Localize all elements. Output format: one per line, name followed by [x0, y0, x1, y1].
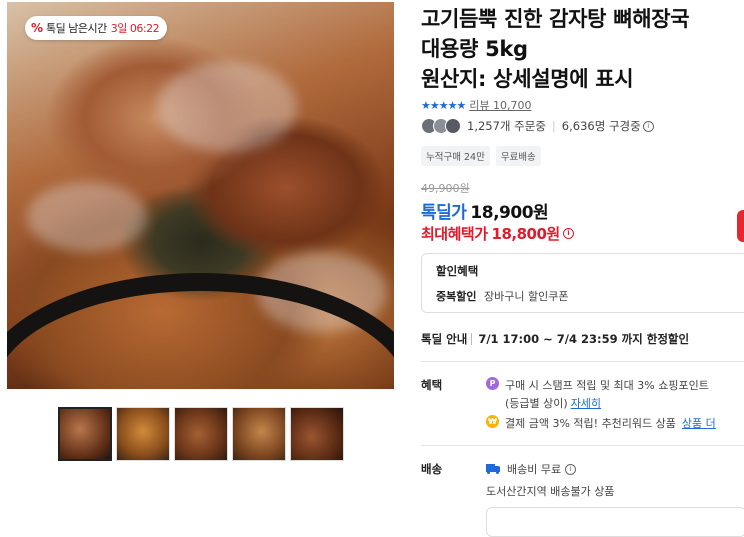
orders-count: 1,257개 주문중	[467, 119, 546, 133]
percent-icon: %	[31, 21, 44, 35]
point-coin-icon: P	[486, 377, 499, 390]
info-icon[interactable]: i	[565, 463, 577, 475]
shipping-fee-row: 배송비 무료 i	[486, 461, 577, 477]
deal-timer-label: 톡딜 남은시간	[46, 22, 107, 35]
deal-price-row: 톡딜가 18,900원	[421, 198, 549, 223]
info-icon[interactable]: i	[642, 120, 654, 132]
thumbnail-4[interactable]	[232, 407, 286, 461]
deal-info-row: 톡딜 안내 7/1 17:00 ~ 7/4 23:59 까지 한정할인	[421, 331, 689, 347]
divider: |	[551, 119, 556, 133]
benefit-reward-text: 결제 금액 3% 적립! 추천리워드 상품	[505, 417, 676, 430]
max-benefit-label: 최대혜택가	[421, 225, 488, 243]
divider	[471, 333, 473, 345]
discount-row-value: 장바구니 할인쿠폰	[483, 290, 569, 303]
benefit-points-note: (등급별 상이)	[505, 397, 568, 410]
discount-row-label: 중복할인	[436, 290, 477, 303]
product-title: 고기듬뿍 진한 감자탕 뼈해장국 대용량 5kg 원산지: 상세설명에 표시	[421, 4, 744, 94]
benefit-product-link[interactable]: 상품 더	[682, 415, 716, 431]
original-price: 49,900원	[421, 182, 470, 195]
review-summary: ★★★★★ 리뷰 10,700	[421, 97, 532, 113]
benefit-row-points: P 구매 시 스탬프 적립 및 최대 3% 쇼핑포인트 (등급별 상이) 자세히	[486, 377, 709, 411]
thumbnail-2[interactable]	[116, 407, 170, 461]
product-tags: 누적구매 24만 무료배송	[421, 146, 541, 166]
product-title-line-1: 고기듬뿍 진한 감자탕 뼈해장국	[421, 7, 690, 31]
benefit-details-link[interactable]: 자세히	[571, 397, 601, 410]
tag-cumulative-purchases: 누적구매 24만	[421, 146, 490, 166]
shipping-note: 도서산간지역 배송불가 상품	[486, 485, 615, 498]
deal-info-value: 7/1 17:00 ~ 7/4 23:59 까지 한정할인	[478, 332, 690, 346]
thumbnail-1[interactable]	[58, 407, 112, 461]
discount-row: 중복할인 장바구니 할인쿠폰	[436, 288, 736, 304]
deal-price-value: 18,900원	[470, 203, 549, 223]
benefit-points-text: 구매 시 스탬프 적립 및 최대 3% 쇼핑포인트	[505, 379, 709, 392]
star-rating-icon: ★★★★★	[421, 98, 466, 112]
avatar	[445, 118, 461, 134]
thumbnail-5[interactable]	[290, 407, 344, 461]
watchers-count: 6,636명 구경중	[561, 119, 641, 133]
shipping-label: 배송	[421, 462, 443, 476]
shipping-option-box[interactable]	[486, 507, 744, 537]
benefit-label: 혜택	[421, 378, 443, 392]
divider	[421, 445, 744, 446]
discount-benefit-box: 할인혜택 중복할인 장바구니 할인쿠폰	[421, 253, 744, 313]
won-coin-icon: ₩	[486, 415, 499, 428]
deal-info-label: 톡딜 안내	[421, 332, 468, 346]
buyer-avatars	[421, 118, 461, 134]
tag-free-shipping: 무료배송	[495, 146, 541, 166]
benefit-row-reward: ₩ 결제 금액 3% 적립! 추천리워드 상품 상품 더	[486, 415, 716, 431]
truck-icon	[486, 464, 501, 474]
deal-price-label: 톡딜가	[421, 203, 467, 223]
info-icon[interactable]: i	[562, 228, 574, 239]
discount-heading: 할인혜택	[436, 264, 479, 278]
shipping-fee: 배송비 무료	[507, 463, 562, 476]
thumbnail-strip	[58, 407, 344, 461]
buy-button-edge[interactable]	[737, 210, 744, 242]
deal-timer-value: 3일 06:22	[110, 22, 160, 35]
divider	[421, 361, 744, 362]
review-count-link[interactable]: 리뷰 10,700	[469, 97, 531, 113]
product-title-line-2: 대용량 5kg	[421, 37, 528, 61]
deal-timer-badge: % 톡딜 남은시간 3일 06:22	[25, 16, 168, 40]
buyer-activity: 1,257개 주문중 | 6,636명 구경중 i	[421, 118, 654, 134]
thumbnail-3[interactable]	[174, 407, 228, 461]
main-product-image[interactable]: % 톡딜 남은시간 3일 06:22	[7, 2, 394, 389]
product-title-line-3: 원산지: 상세설명에 표시	[421, 67, 634, 91]
max-benefit-price: 18,800원	[491, 225, 561, 243]
max-benefit-price-row: 최대혜택가 18,800원 i	[421, 223, 574, 244]
